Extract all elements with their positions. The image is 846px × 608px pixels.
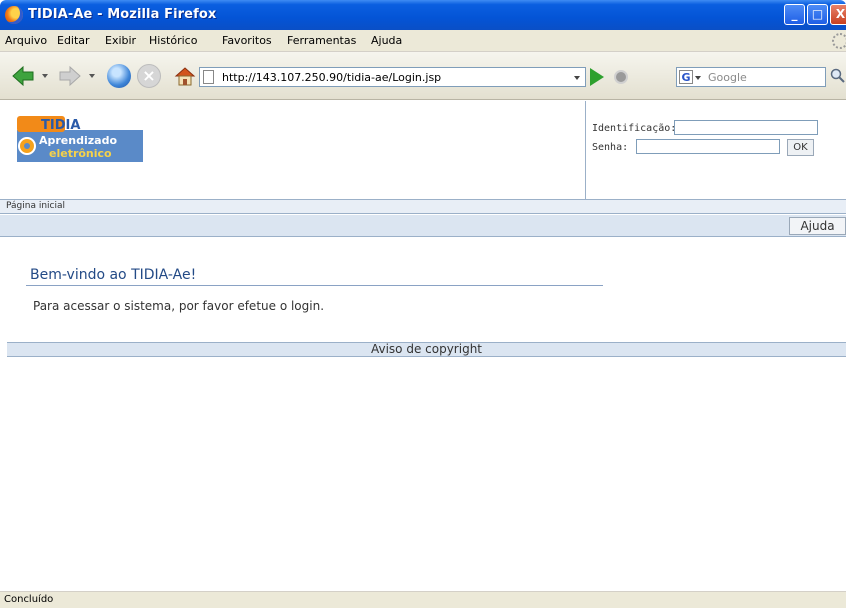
throbber-icon [832, 33, 846, 49]
page-icon [203, 70, 214, 84]
id-field[interactable] [674, 120, 818, 135]
menu-editar[interactable]: Editar [57, 34, 90, 47]
bookmark-gear-icon[interactable] [614, 70, 628, 84]
logo-line2: eletrônico [49, 147, 112, 160]
navigation-toolbar: × http://143.107.250.90/tidia-ae/Login.j… [0, 52, 846, 100]
title-underline [26, 285, 603, 286]
login-panel: Identificação: Senha: OK [585, 101, 846, 200]
web-page: TIDIA Aprendizado eletrônico Identificaç… [0, 101, 846, 591]
breadcrumb-home[interactable]: Página inicial [6, 201, 65, 211]
close-button[interactable]: X [830, 4, 846, 25]
menu-historico[interactable]: Histórico [149, 34, 197, 47]
search-placeholder[interactable]: Google [708, 71, 747, 84]
url-bar[interactable]: http://143.107.250.90/tidia-ae/Login.jsp [199, 67, 571, 87]
tidia-logo[interactable]: TIDIA Aprendizado eletrônico [17, 116, 143, 162]
reload-icon[interactable] [107, 64, 131, 88]
search-magnifier-icon[interactable] [830, 68, 846, 84]
back-arrow-icon[interactable] [11, 64, 35, 88]
maximize-button[interactable]: □ [807, 4, 828, 25]
help-bar: Ajuda [0, 215, 846, 237]
login-message: Para acessar o sistema, por favor efetue… [33, 299, 325, 313]
menu-bar: Arquivo Editar Exibir Histórico Favorito… [0, 30, 846, 52]
password-field[interactable] [636, 139, 780, 154]
stop-icon[interactable]: × [137, 64, 161, 88]
copyright-link[interactable]: Aviso de copyright [7, 342, 846, 357]
menu-exibir[interactable]: Exibir [105, 34, 136, 47]
forward-arrow-icon[interactable] [58, 64, 82, 88]
menu-arquivo[interactable]: Arquivo [5, 34, 47, 47]
url-text[interactable]: http://143.107.250.90/tidia-ae/Login.jsp [222, 71, 441, 84]
status-bar: Concluído [0, 591, 846, 608]
breadcrumb: Página inicial [0, 200, 846, 214]
window-title: TIDIA-Ae - Mozilla Firefox [28, 7, 217, 22]
id-label: Identificação: [592, 123, 677, 134]
forward-history-dropdown-icon[interactable] [89, 74, 95, 78]
page-title: Bem-vindo ao TIDIA-Ae! [30, 267, 197, 283]
menu-favoritos[interactable]: Favoritos [222, 34, 272, 47]
home-icon[interactable] [173, 64, 197, 88]
search-box[interactable]: G Google [676, 67, 826, 87]
go-icon[interactable] [590, 68, 604, 86]
logo-brand: TIDIA [41, 118, 80, 133]
ok-button[interactable]: OK [787, 139, 814, 156]
engine-dropdown-icon[interactable] [695, 76, 701, 80]
password-label: Senha: [592, 142, 629, 153]
firefox-icon [5, 6, 23, 24]
menu-ajuda[interactable]: Ajuda [371, 34, 402, 47]
chevron-down-icon [574, 76, 580, 80]
help-button[interactable]: Ajuda [789, 217, 846, 235]
status-text: Concluído [4, 594, 54, 605]
back-history-dropdown-icon[interactable] [42, 74, 48, 78]
minimize-button[interactable]: _ [784, 4, 805, 25]
menu-ferramentas[interactable]: Ferramentas [287, 34, 356, 47]
page-header: TIDIA Aprendizado eletrônico Identificaç… [0, 101, 846, 200]
google-engine-icon[interactable]: G [679, 70, 693, 84]
logo-line1: Aprendizado [39, 134, 117, 147]
window-titlebar: TIDIA-Ae - Mozilla Firefox _ □ X [0, 0, 846, 30]
url-history-dropdown[interactable] [569, 67, 586, 87]
